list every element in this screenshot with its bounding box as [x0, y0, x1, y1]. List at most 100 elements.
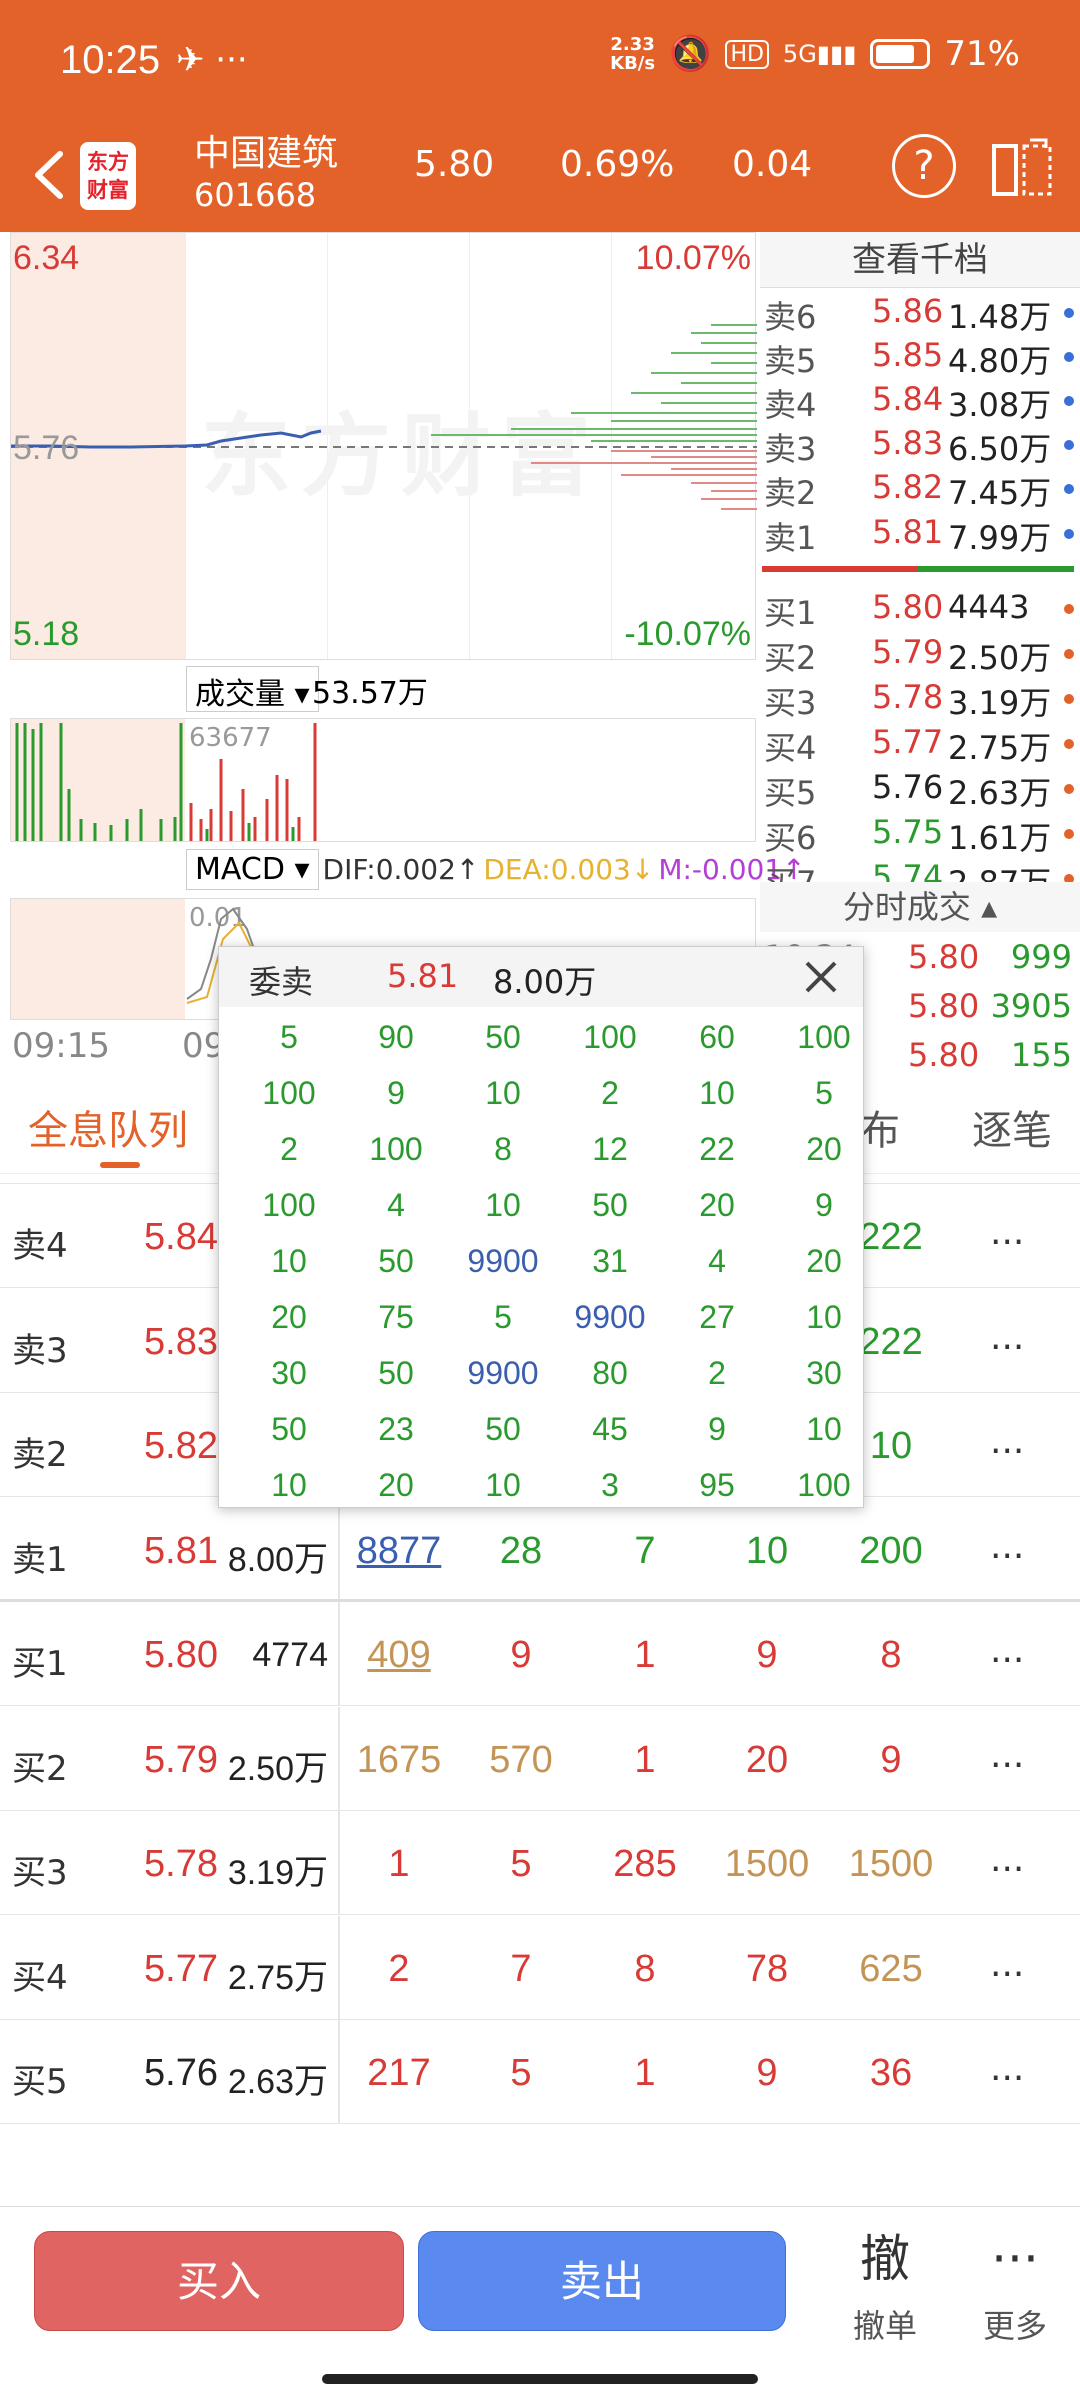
queue-label: 卖1: [12, 1540, 68, 1580]
row-more-button[interactable]: ...: [990, 1630, 1024, 1671]
row-more-button[interactable]: ...: [990, 1212, 1024, 1253]
cancel-order-button[interactable]: 撤 撤单: [830, 2231, 940, 2347]
queue-order-cell[interactable]: 1675: [344, 1739, 454, 1782]
queue-dot-icon: [1064, 604, 1074, 614]
popup-order-cell: 90: [378, 1019, 414, 1055]
queue-dot-icon: [1064, 529, 1074, 539]
table-row[interactable]: 买3 5.78 3.19万 1 5 285 1500 1500...: [0, 1811, 1080, 1915]
queue-order-cell[interactable]: 285: [590, 1843, 700, 1886]
orderbook-ask-row[interactable]: 卖6 5.86 1.48万: [764, 292, 1074, 336]
table-row[interactable]: 买5 5.76 2.63万 217 5 1 9 36...: [0, 2020, 1080, 2124]
orderbook-bid-row[interactable]: 买3 5.78 3.19万: [764, 678, 1074, 722]
queue-order-cell[interactable]: 8: [590, 1948, 700, 1991]
status-bar: 10:25 ✈ ··· 2.33 KB/s 🔕 HD 5G▮▮▮ 71%: [0, 0, 1080, 120]
queue-order-cell[interactable]: 36: [836, 2052, 946, 2095]
view-depth-button[interactable]: 查看千档: [760, 232, 1080, 288]
queue-order-cell[interactable]: 625: [836, 1948, 946, 1991]
back-arrow-icon[interactable]: [24, 140, 74, 210]
queue-order-cell[interactable]: 78: [712, 1948, 822, 1991]
column-divider: [338, 1498, 340, 1599]
orderbook-label: 买4: [764, 729, 817, 767]
popup-order-cell: 100: [262, 1075, 316, 1111]
table-row[interactable]: 买1 5.80 4774 409 9 1 9 8...: [0, 1602, 1080, 1706]
orderbook-ask-row[interactable]: 卖2 5.82 7.45万: [764, 468, 1074, 512]
orderbook-price: 5.86: [872, 292, 944, 330]
popup-order-cell: 20: [271, 1299, 307, 1335]
queue-order-cell[interactable]: 1: [344, 1843, 454, 1886]
switch-layout-icon[interactable]: [990, 136, 1054, 200]
cancel-order-icon: 撤: [860, 2230, 910, 2288]
orderbook-volume: 7.99万: [948, 519, 1052, 557]
queue-order-cell[interactable]: 9: [466, 1634, 576, 1677]
queue-price: 5.82: [144, 1425, 218, 1467]
orderbook-label: 买2: [764, 639, 817, 677]
popup-order-cell: 27: [699, 1299, 735, 1335]
queue-volume: 2.75万: [227, 1959, 328, 1997]
row-more-button[interactable]: ...: [990, 2048, 1024, 2089]
queue-order-cell[interactable]: 7: [590, 1530, 700, 1573]
pct-low: -10.07%: [624, 615, 751, 653]
orderbook-bid-row[interactable]: 买2 5.79 2.50万: [764, 633, 1074, 677]
queue-order-cell[interactable]: 570: [466, 1739, 576, 1782]
table-row[interactable]: 买4 5.77 2.75万 2 7 8 78 625...: [0, 1916, 1080, 2020]
queue-order-cell[interactable]: 5: [466, 1843, 576, 1886]
queue-order-cell[interactable]: 28: [466, 1530, 576, 1573]
help-button[interactable]: ?: [892, 134, 956, 198]
more-button[interactable]: ··· 更多: [960, 2231, 1070, 2347]
queue-order-cell[interactable]: 1: [590, 1634, 700, 1677]
queue-order-cell[interactable]: 9: [712, 1634, 822, 1677]
table-row[interactable]: 卖1 5.81 8.00万 8877 28 7 10 200...: [0, 1498, 1080, 1602]
popup-order-cell: 5: [280, 1019, 298, 1055]
queue-order-cell[interactable]: 20: [712, 1739, 822, 1782]
queue-order-cell[interactable]: 1: [590, 2052, 700, 2095]
orderbook-bid-row[interactable]: 买4 5.77 2.75万: [764, 723, 1074, 767]
row-more-button[interactable]: ...: [990, 1944, 1024, 1985]
queue-order-cell[interactable]: 1: [590, 1739, 700, 1782]
queue-dot-icon: [1064, 694, 1074, 704]
orderbook-bid-row[interactable]: 买1 5.80 4443: [764, 588, 1074, 632]
sell-button[interactable]: 卖出: [418, 2231, 786, 2331]
popup-order-cell: 9900: [467, 1243, 539, 1279]
orderbook-ask-row[interactable]: 卖5 5.85 4.80万: [764, 336, 1074, 380]
orderbook-price: 5.79: [872, 633, 944, 671]
orderbook-bid-row[interactable]: 买5 5.76 2.63万: [764, 768, 1074, 812]
intraday-chart[interactable]: 东方财富 6.34 5.76 5.18 10.07% -10.07%: [10, 232, 757, 660]
queue-order-cell[interactable]: 1500: [712, 1843, 822, 1886]
queue-order-cell[interactable]: 2: [344, 1948, 454, 1991]
orderbook-ask-row[interactable]: 卖3 5.83 6.50万: [764, 424, 1074, 468]
queue-price: 5.79: [144, 1739, 218, 1781]
macd-selector[interactable]: MACD ▾: [186, 848, 319, 890]
orderbook-ask-row[interactable]: 卖4 5.84 3.08万: [764, 380, 1074, 424]
queue-order-cell[interactable]: 9: [712, 2052, 822, 2095]
row-more-button[interactable]: ...: [990, 1526, 1024, 1567]
row-more-button[interactable]: ...: [990, 1839, 1024, 1880]
trades-header[interactable]: 分时成交 ▴: [760, 882, 1080, 932]
table-row[interactable]: 买2 5.79 2.50万 1675 570 1 20 9...: [0, 1707, 1080, 1811]
orderbook-ask-row[interactable]: 卖1 5.81 7.99万: [764, 513, 1074, 557]
close-icon[interactable]: [799, 955, 843, 999]
queue-order-cell[interactable]: 1500: [836, 1843, 946, 1886]
popup-order-cell: 9: [815, 1187, 833, 1223]
queue-order-cell[interactable]: 7: [466, 1948, 576, 1991]
buy-button[interactable]: 买入: [34, 2231, 404, 2331]
volume-selector[interactable]: 成交量 ▾: [186, 666, 319, 712]
popup-order-cell: 80: [592, 1355, 628, 1391]
home-indicator[interactable]: [322, 2374, 758, 2384]
queue-order-cell[interactable]: 8: [836, 1634, 946, 1677]
queue-order-cell[interactable]: 409: [344, 1634, 454, 1677]
popup-order-cell: 31: [592, 1243, 628, 1279]
queue-order-cell[interactable]: 200: [836, 1530, 946, 1573]
queue-order-cell[interactable]: 5: [466, 2052, 576, 2095]
queue-order-cell[interactable]: 9: [836, 1739, 946, 1782]
queue-order-cell[interactable]: 8877: [344, 1530, 454, 1573]
queue-label: 卖3: [12, 1331, 68, 1371]
popup-order-cell: 100: [583, 1019, 637, 1055]
queue-order-cell[interactable]: 10: [712, 1530, 822, 1573]
row-more-button[interactable]: ...: [990, 1735, 1024, 1776]
row-more-button[interactable]: ...: [990, 1421, 1024, 1462]
orderbook-label: 卖5: [764, 342, 817, 380]
row-more-button[interactable]: ...: [990, 1317, 1024, 1358]
queue-order-cell[interactable]: 217: [344, 2052, 454, 2095]
orderbook-bid-row[interactable]: 买6 5.75 1.61万: [764, 813, 1074, 857]
change-amount: 0.04: [732, 144, 813, 185]
